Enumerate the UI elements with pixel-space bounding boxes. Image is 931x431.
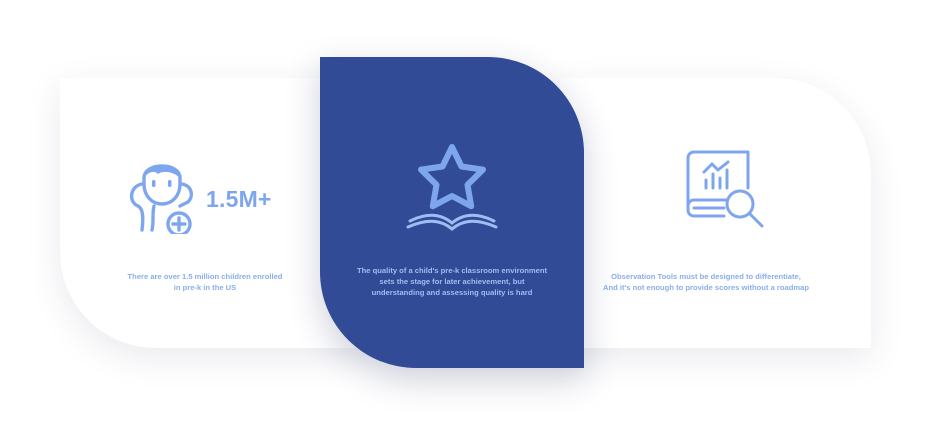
- observation-card: Observation Tools must be designed to di…: [560, 78, 871, 348]
- quality-description: The quality of a child's pre-k classroom…: [356, 266, 547, 297]
- child-icon: [130, 164, 194, 234]
- observation-description: Observation Tools must be designed to di…: [602, 272, 809, 292]
- report-search-icon: [686, 150, 764, 228]
- stat-card-enrollment: 1.5M+ There are over 1.5 million childre…: [60, 78, 360, 348]
- enrollment-stat: 1.5M+: [206, 186, 272, 212]
- quality-card: The quality of a child's pre-k classroom…: [320, 57, 584, 368]
- star-book-icon: [406, 144, 498, 231]
- enrollment-description: There are over 1.5 million children enro…: [127, 272, 283, 292]
